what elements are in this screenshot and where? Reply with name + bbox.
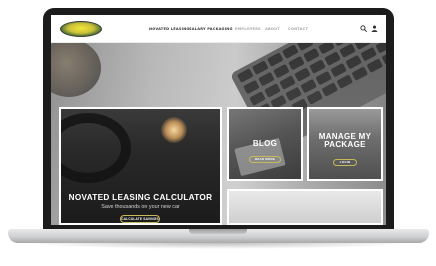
manage-package-card[interactable]: MANAGE MY PACKAGE LOGIN — [307, 107, 383, 181]
calculator-card[interactable]: NOVATED LEASING CALCULATOR Save thousand… — [59, 107, 222, 225]
laptop-notch — [189, 229, 247, 234]
laptop-mockup: NOVATED LEASING SALARY PACKAGING EMPLOYE… — [0, 0, 436, 266]
nav-salary-packaging[interactable]: SALARY PACKAGING — [189, 27, 233, 31]
search-icon[interactable] — [360, 25, 367, 32]
nav-employers[interactable]: EMPLOYERS — [235, 27, 261, 31]
brand-logo[interactable] — [60, 21, 102, 37]
promo-card[interactable] — [227, 189, 383, 225]
site-header: NOVATED LEASING SALARY PACKAGING EMPLOYE… — [51, 15, 386, 43]
laptop-shadow — [20, 243, 417, 249]
blog-title: BLOG — [252, 139, 278, 148]
blog-card[interactable]: BLOG READ MORE — [227, 107, 303, 181]
website-screen: NOVATED LEASING SALARY PACKAGING EMPLOYE… — [51, 15, 386, 225]
calculator-subtitle: Save thousands on your new car — [101, 204, 180, 210]
nav-contact[interactable]: CONTACT — [288, 27, 308, 31]
steering-wheel-image — [61, 113, 131, 183]
calculate-savings-button[interactable]: CALCULATE SAVINGS — [120, 215, 160, 223]
nav-about[interactable]: ABOUT — [265, 27, 280, 31]
blog-read-more-button[interactable]: READ MORE — [249, 156, 281, 163]
light-glow-image — [161, 117, 187, 143]
login-button[interactable]: LOGIN — [333, 159, 357, 166]
calculator-title: NOVATED LEASING CALCULATOR — [68, 193, 213, 202]
user-icon[interactable] — [371, 25, 378, 32]
manage-package-title: MANAGE MY PACKAGE — [318, 132, 372, 150]
nav-novated-leasing[interactable]: NOVATED LEASING — [149, 27, 190, 31]
